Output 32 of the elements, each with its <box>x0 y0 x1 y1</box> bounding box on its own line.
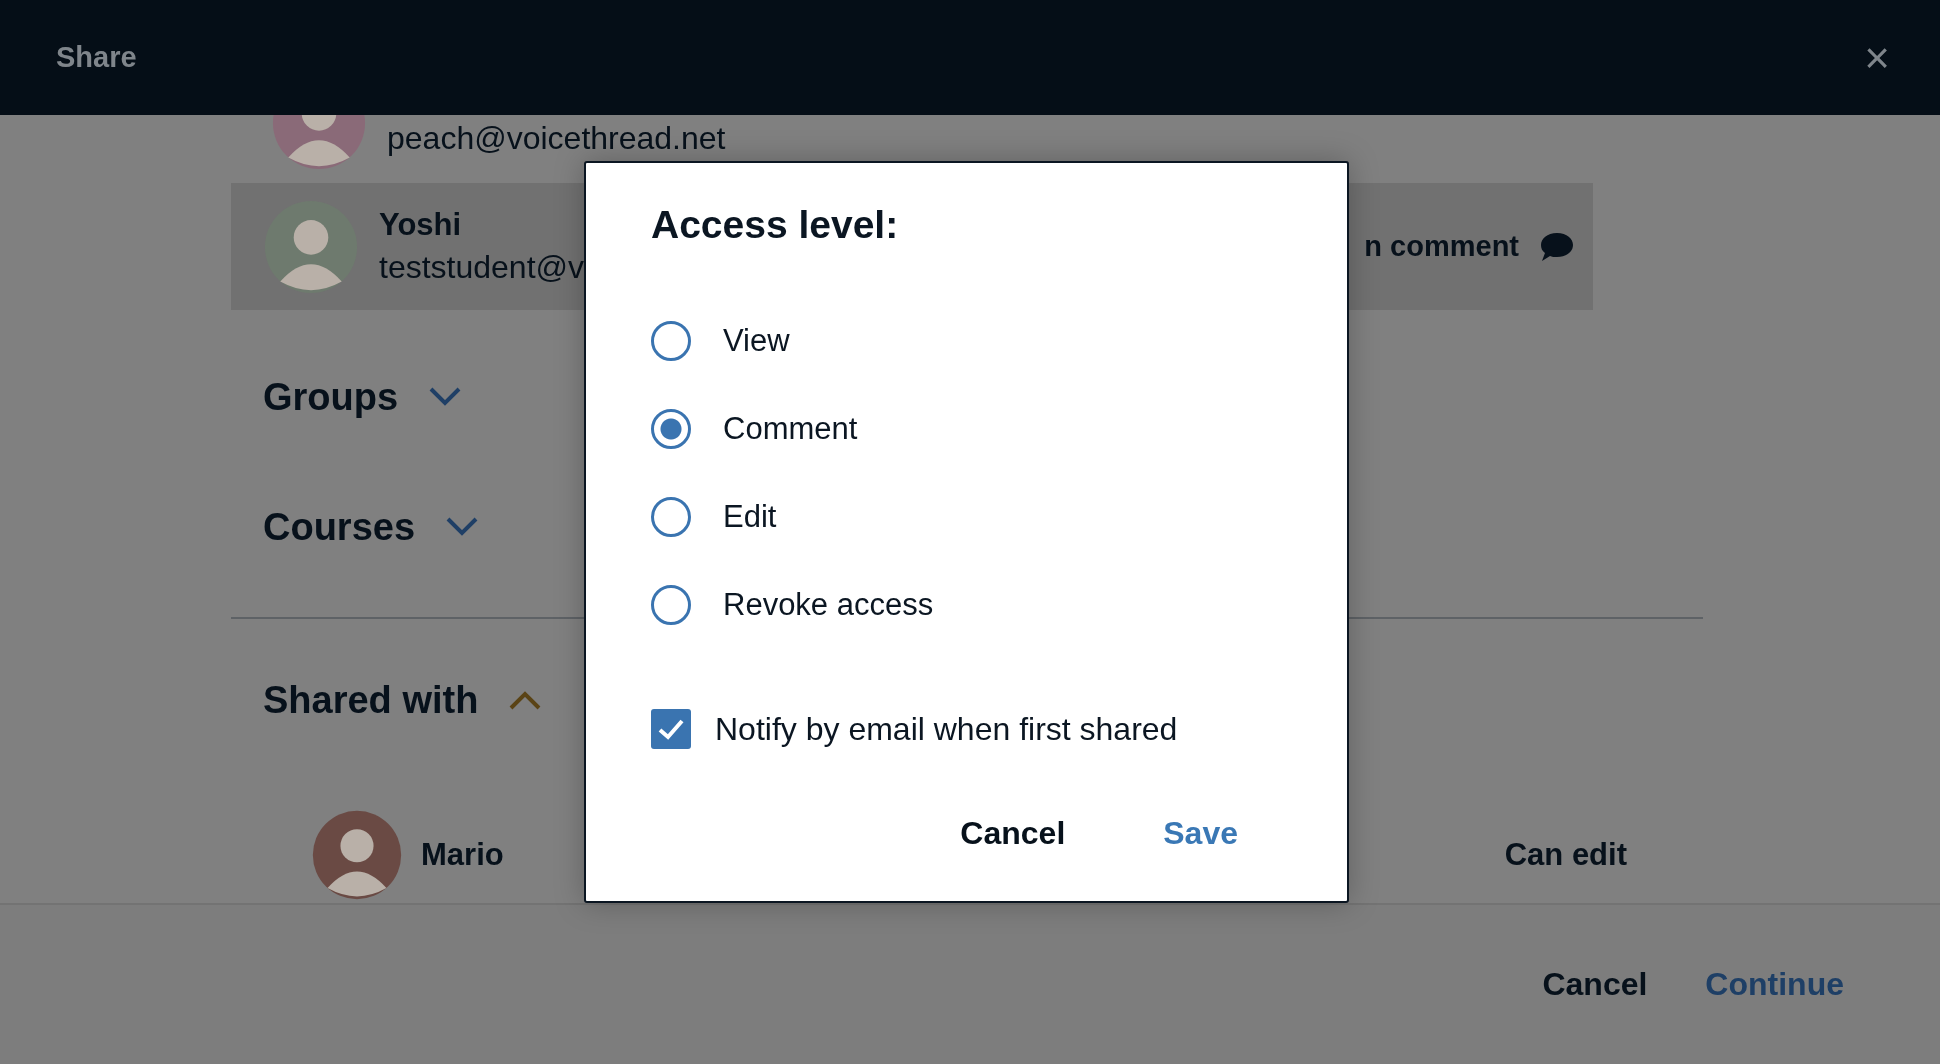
option-label[interactable]: View <box>723 323 790 359</box>
save-button[interactable]: Save <box>1159 809 1242 858</box>
section-title[interactable]: Shared with <box>263 678 479 722</box>
person-name: Yoshi <box>379 207 462 243</box>
avatar-icon <box>311 809 403 901</box>
radio-button[interactable] <box>651 497 691 537</box>
person-email: teststudent@v <box>379 249 585 286</box>
cancel-button[interactable]: Cancel <box>1538 960 1652 1009</box>
chevron-up-icon[interactable] <box>508 689 543 711</box>
chevron-down-icon[interactable] <box>445 516 480 538</box>
section-title[interactable]: Courses <box>263 505 416 549</box>
person-name: Mario <box>421 837 504 873</box>
avatar-icon <box>263 198 359 295</box>
close-button[interactable]: × <box>1856 35 1898 80</box>
person-email: peach@voicethread.net <box>387 119 726 157</box>
checkbox[interactable] <box>651 709 691 749</box>
radio-button[interactable] <box>651 409 691 449</box>
cancel-button[interactable]: Cancel <box>956 809 1070 858</box>
option-label[interactable]: Edit <box>723 499 777 535</box>
access-label[interactable]: Can edit <box>1504 837 1627 873</box>
chevron-down-icon[interactable] <box>428 386 463 408</box>
section-title[interactable]: Groups <box>263 375 399 419</box>
dialog-title: Access level: <box>651 203 900 247</box>
access-label: n comment <box>1364 230 1519 263</box>
continue-button[interactable]: Continue <box>1701 960 1848 1009</box>
window-title: Share <box>56 41 137 74</box>
checkbox-label[interactable]: Notify by email when first shared <box>715 710 1178 748</box>
radio-button[interactable] <box>651 321 691 361</box>
radio-button[interactable] <box>651 585 691 625</box>
option-label[interactable]: Revoke access <box>723 587 934 623</box>
speech-bubble-icon <box>1539 230 1575 263</box>
option-label[interactable]: Comment <box>723 411 858 447</box>
